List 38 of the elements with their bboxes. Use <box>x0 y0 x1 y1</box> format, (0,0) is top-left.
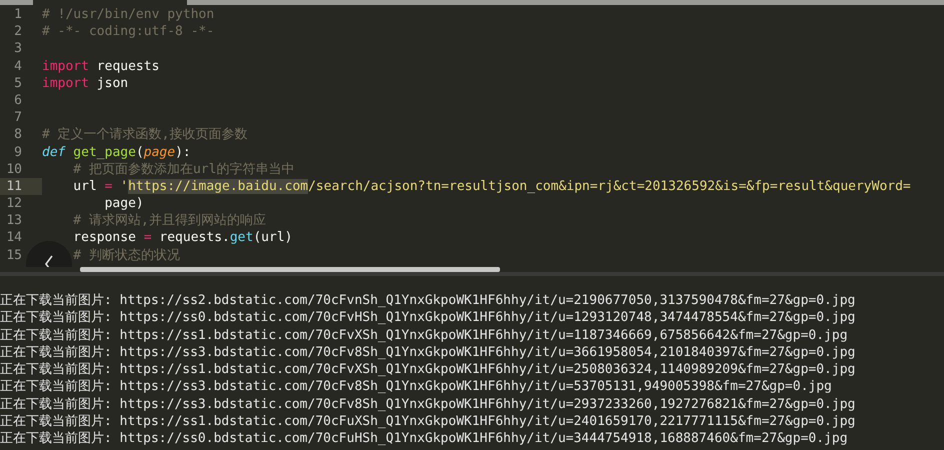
line-number: 14 <box>5 229 23 247</box>
line-number: 9 <box>13 144 23 161</box>
output-line: 正在下载当前图片: https://ss1.bdstatic.com/70cFvXSh_Q1YnxGkpoWK1HF6hhy/it/u=2508036324,1140989209&fm=27&gp=0.jpg <box>0 361 856 378</box>
code-line: import json <box>42 74 128 92</box>
line-number: 7 <box>13 109 23 126</box>
output-line: 正在下载当前图片: https://ss1.bdstatic.com/70cFvXSh_Q1YnxGkpoWK1HF6hhy/it/u=1187346669,675856642&fm=27&gp=0.jpg <box>0 326 849 344</box>
horizontal-scrollbar[interactable] <box>80 267 500 272</box>
output-line: 正在下载当前图片: https://ss3.bdstatic.com/70cFv8Sh_Q1YnxGkpoWK1HF6hhy/it/u=2937233260,1927276821&fm=27&gp=0.jpg <box>0 396 856 414</box>
output-line: 正在下载当前图片: https://ss1.bdstatic.com/70cFuXSh_Q1YnxGkpoWK1HF6hhy/it/u=2401659170,2217771115&fm=27&gp=0.jpg <box>0 413 856 430</box>
editor-tab[interactable] <box>33 0 187 5</box>
code-line: url = 'https://image.baidu.com/search/acjson?tn=resultjson_com&ipn=rj&ct=201326592&is=&fp=result&queryWord= <box>73 178 911 196</box>
line-number: 12 <box>5 195 23 212</box>
line-number: 8 <box>13 126 23 144</box>
line-number: 5 <box>13 74 23 92</box>
code-line: # 定义一个请求函数,接收页面参数 <box>42 126 248 144</box>
code-line: # -*- coding:utf-8 -*- <box>42 23 214 40</box>
line-number: 10 <box>5 160 23 178</box>
line-number: 15 <box>5 246 23 264</box>
code-line: # !/usr/bin/env python <box>42 6 214 24</box>
line-number: 4 <box>13 58 23 75</box>
output-line: 正在下载当前图片: https://ss3.bdstatic.com/70cFv8Sh_Q1YnxGkpoWK1HF6hhy/it/u=53705131,949005398&fm=27&gp=0.jpg <box>0 378 833 396</box>
line-number: 6 <box>13 92 23 110</box>
code-line: import requests <box>42 58 160 75</box>
code-line: def get_page(page): <box>42 144 191 161</box>
line-number: 1 <box>13 6 23 24</box>
code-line: response = requests.get(url) <box>73 229 292 247</box>
line-number: 2 <box>13 23 23 40</box>
line-number: 3 <box>13 40 23 58</box>
output-line: 正在下载当前图片: https://ss2.bdstatic.com/70cFvnSh_Q1YnxGkpoWK1HF6hhy/it/u=2190677050,3137590478&fm=27&gp=0.jpg <box>0 292 856 310</box>
output-line: 正在下载当前图片: https://ss0.bdstatic.com/70cFuHSh_Q1YnxGkpoWK1HF6hhy/it/u=3444754918,168887460&fm=27&gp=0.jpg <box>0 430 849 446</box>
code-line: # 判断状态的状况 <box>73 246 180 264</box>
code-line: page) <box>104 195 144 212</box>
line-number: 11 <box>0 178 42 196</box>
code-line: # 把页面参数添加在url的字符串当中 <box>73 160 294 178</box>
output-line: 正在下载当前图片: https://ss0.bdstatic.com/70cFvHSh_Q1YnxGkpoWK1HF6hhy/it/u=1293120748,3474478554&fm=27&gp=0.jpg <box>0 309 856 327</box>
code-line: # 请求网站,并且得到网站的响应 <box>73 212 266 230</box>
line-number: 13 <box>5 212 23 230</box>
output-line: 正在下载当前图片: https://ss3.bdstatic.com/70cFv8Sh_Q1YnxGkpoWK1HF6hhy/it/u=3661958054,2101840397&fm=27&gp=0.jpg <box>0 344 856 362</box>
